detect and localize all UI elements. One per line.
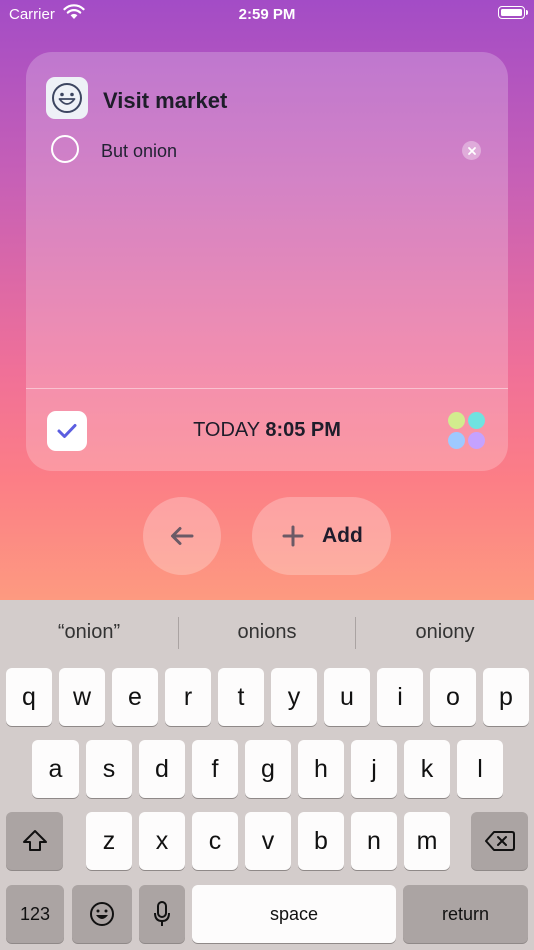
palette-dot [448,432,465,449]
shift-icon [22,830,47,851]
key-t[interactable]: t [218,668,264,726]
key-q[interactable]: q [6,668,52,726]
delete-key[interactable] [471,812,528,870]
delete-icon [484,831,515,851]
key-h[interactable]: h [298,740,344,798]
task-checkbox[interactable] [51,135,79,163]
due-day-label: TODAY [193,419,260,441]
suggestion-bar: “onion” onions oniony [0,600,534,666]
suggestion-item[interactable]: oniony [356,621,534,644]
key-x[interactable]: x [139,812,185,870]
dictation-key[interactable] [139,885,185,943]
back-button[interactable] [143,497,221,575]
due-datetime[interactable]: TODAY 8:05 PM [26,419,508,442]
numbers-key[interactable]: 123 [6,885,64,943]
add-button[interactable]: Add [252,497,391,575]
plus-icon [282,525,304,552]
task-text-input[interactable]: But onion [101,141,177,162]
card-title: Visit market [103,88,228,113]
key-k[interactable]: k [404,740,450,798]
key-e[interactable]: e [112,668,158,726]
key-u[interactable]: u [324,668,370,726]
key-z[interactable]: z [86,812,132,870]
space-key[interactable]: space [192,885,396,943]
suggestion-item[interactable]: onions [179,621,355,644]
due-time-label: 8:05 PM [265,419,341,441]
key-o[interactable]: o [430,668,476,726]
key-c[interactable]: c [192,812,238,870]
reminder-card: Visit market But onion TODAY 8:05 PM [26,52,508,471]
microphone-icon [154,901,170,926]
key-b[interactable]: b [298,812,344,870]
status-bar: Carrier 2:59 PM [0,0,534,30]
suggestion-item[interactable]: “onion” [0,621,178,644]
color-palette-icon[interactable] [448,412,486,450]
card-divider [26,388,508,389]
key-m[interactable]: m [404,812,450,870]
key-w[interactable]: w [59,668,105,726]
key-r[interactable]: r [165,668,211,726]
key-v[interactable]: v [245,812,291,870]
clear-icon[interactable] [462,141,481,160]
return-key[interactable]: return [403,885,528,943]
key-d[interactable]: d [139,740,185,798]
key-l[interactable]: l [457,740,503,798]
shift-key[interactable] [6,812,63,870]
emoji-icon [90,902,114,926]
key-p[interactable]: p [483,668,529,726]
smiley-icon[interactable] [46,77,88,119]
status-time: 2:59 PM [238,6,296,23]
emoji-key[interactable] [72,885,132,943]
key-a[interactable]: a [32,740,79,798]
key-g[interactable]: g [245,740,291,798]
key-n[interactable]: n [351,812,397,870]
key-i[interactable]: i [377,668,423,726]
add-button-label: Add [322,524,363,547]
palette-dot [468,412,485,429]
key-f[interactable]: f [192,740,238,798]
arrow-left-icon [171,527,194,545]
key-y[interactable]: y [271,668,317,726]
palette-dot [468,432,485,449]
palette-dot [448,412,465,429]
key-j[interactable]: j [351,740,397,798]
key-s[interactable]: s [86,740,132,798]
battery-icon [498,6,528,19]
keyboard: “onion” onions oniony q w e r t y u i o … [0,600,534,950]
